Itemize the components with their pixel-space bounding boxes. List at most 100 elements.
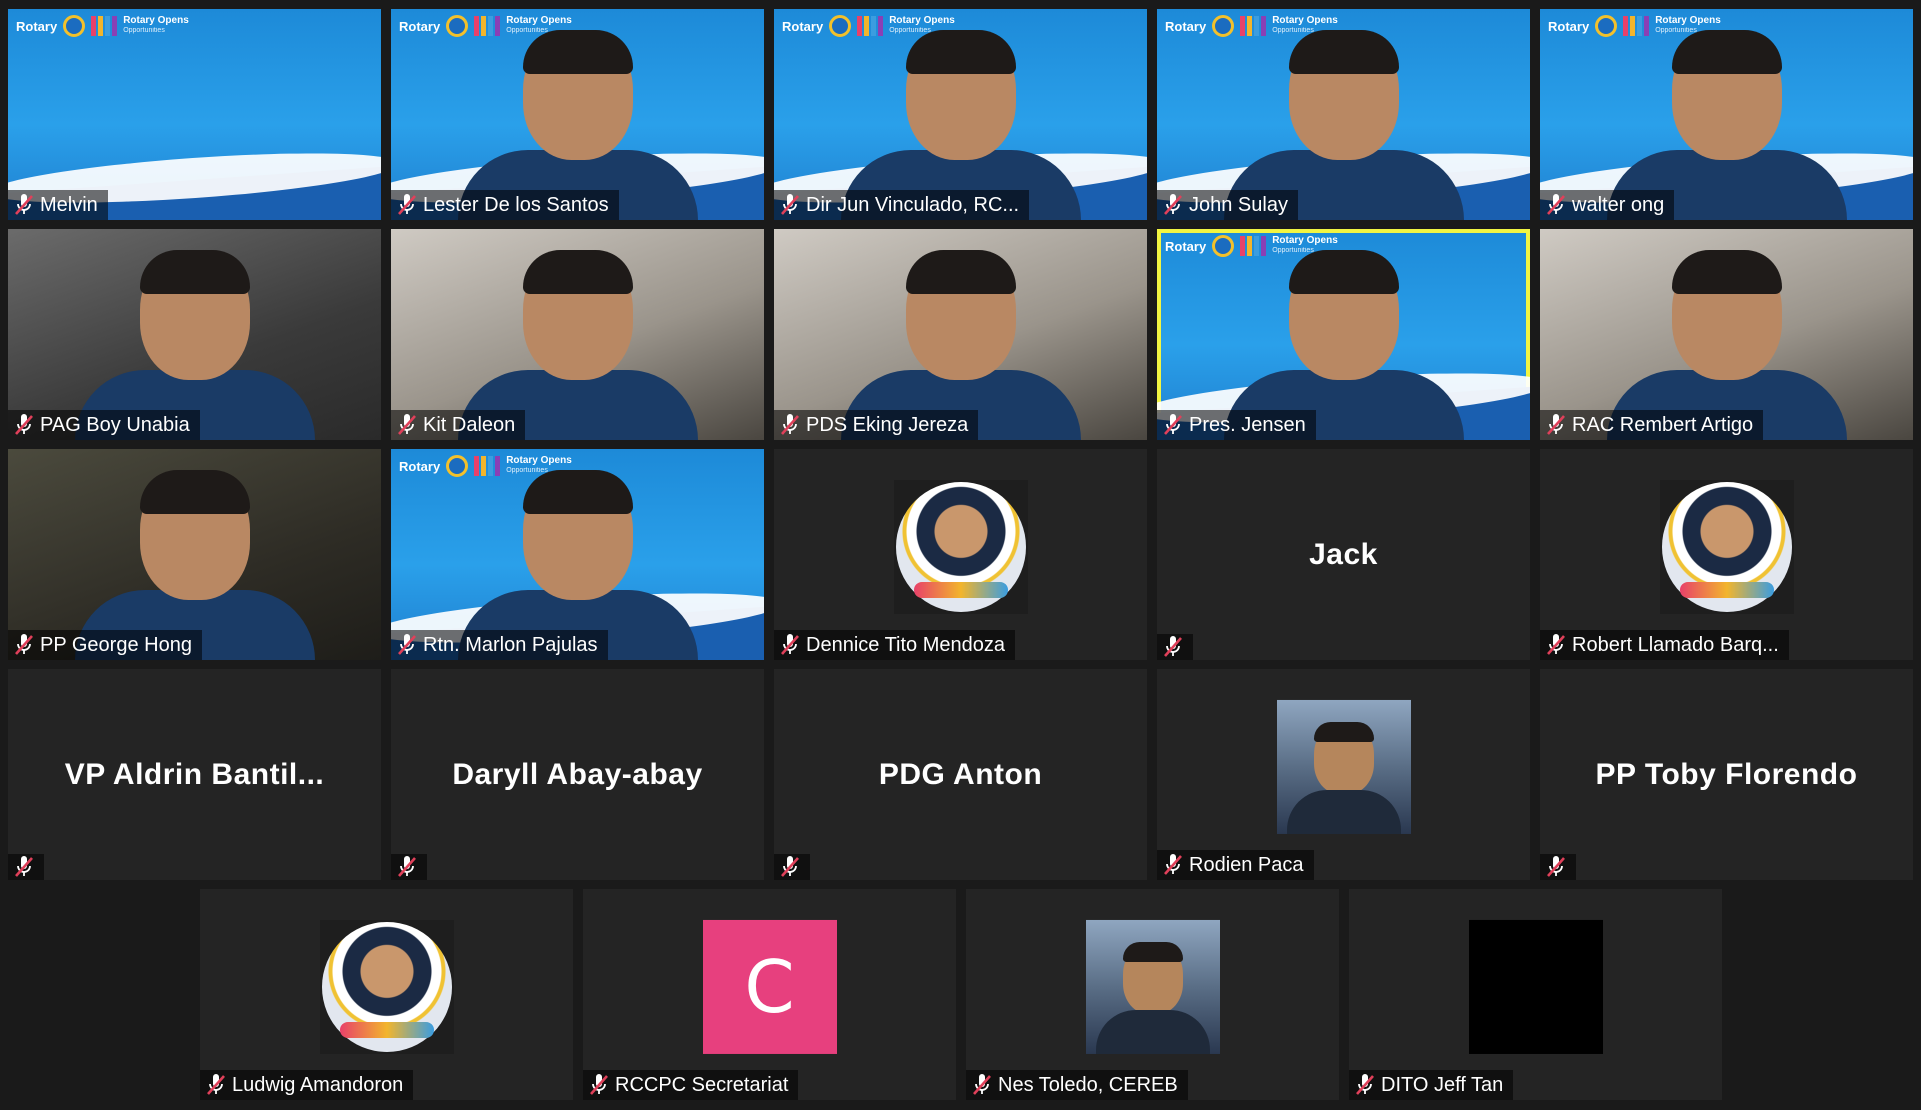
participant-name: John Sulay (1189, 194, 1288, 216)
microphone-muted-icon (780, 414, 800, 436)
participant-tile[interactable]: Rotary Rotary Opens Opportunities Melvin (8, 9, 381, 220)
participant-name: Pres. Jensen (1189, 414, 1306, 436)
participant-tile[interactable]: Rotary Rotary Opens Opportunities John Sula… (1157, 9, 1530, 220)
participant-nameplate (1540, 854, 1576, 880)
participant-tile[interactable]: Nes Toledo, CEREB (966, 889, 1339, 1100)
participant-tile[interactable]: Rotary Rotary Opens Opportunities Dir Jun V… (774, 9, 1147, 220)
participant-nameplate: Nes Toledo, CEREB (966, 1070, 1188, 1100)
participant-name: PP George Hong (40, 634, 192, 656)
participant-display-name: Daryll Abay-abay (452, 757, 703, 791)
participant-tile[interactable]: PDG Anton (774, 669, 1147, 880)
participant-tile[interactable]: Rotary Rotary Opens Opportunities Rtn. Marl… (391, 449, 764, 660)
participant-nameplate: John Sulay (1157, 190, 1298, 220)
microphone-muted-icon (397, 194, 417, 216)
participant-tile[interactable]: PP Toby Florendo (1540, 669, 1913, 880)
microphone-muted-icon (14, 414, 34, 436)
participant-name: Nes Toledo, CEREB (998, 1074, 1178, 1096)
participant-nameplate (8, 854, 44, 880)
microphone-muted-icon (14, 856, 34, 878)
participant-name: Rodien Paca (1189, 854, 1304, 876)
participant-nameplate: Melvin (8, 190, 108, 220)
participant-nameplate: Lester De los Santos (391, 190, 619, 220)
participant-name: Ludwig Amandoron (232, 1074, 404, 1096)
microphone-muted-icon (397, 634, 417, 656)
participant-nameplate (1157, 634, 1193, 660)
participant-nameplate: PAG Boy Unabia (8, 410, 200, 440)
profile-avatar (319, 919, 454, 1054)
participant-tile[interactable]: PAG Boy Unabia (8, 229, 381, 440)
participant-tile[interactable]: Daryll Abay-abay (391, 669, 764, 880)
profile-avatar (1468, 919, 1603, 1054)
participant-name: DITO Jeff Tan (1381, 1074, 1504, 1096)
participant-name: Kit Daleon (423, 414, 516, 436)
participant-nameplate: PP George Hong (8, 630, 202, 660)
rotary-logo: Rotary Rotary Opens Opportunities (16, 15, 189, 37)
participant-nameplate: DITO Jeff Tan (1349, 1070, 1514, 1100)
microphone-muted-icon (1163, 414, 1183, 436)
rotary-color-bars (91, 16, 118, 36)
participant-nameplate: Dennice Tito Mendoza (774, 630, 1016, 660)
microphone-muted-icon (1163, 194, 1183, 216)
participant-name: Melvin (40, 194, 98, 216)
microphone-muted-icon (1546, 414, 1566, 436)
participant-name: Dennice Tito Mendoza (806, 634, 1006, 656)
microphone-muted-icon (972, 1074, 992, 1096)
participant-name: Dir Jun Vinculado, RC... (806, 194, 1020, 216)
microphone-muted-icon (14, 194, 34, 216)
microphone-muted-icon (397, 856, 417, 878)
profile-avatar (893, 479, 1028, 614)
participant-tile[interactable]: Rodien Paca (1157, 669, 1530, 880)
participant-tile[interactable]: Jack (1157, 449, 1530, 660)
participant-nameplate (774, 854, 810, 880)
participant-tile[interactable]: RAC Rembert Artigo (1540, 229, 1913, 440)
microphone-muted-icon (397, 414, 417, 436)
participant-name: walter ong (1572, 194, 1665, 216)
participant-tile[interactable]: Robert Llamado Barq... (1540, 449, 1913, 660)
participant-grid: Rotary Rotary Opens Opportunities Melvin Rot… (0, 0, 1921, 1110)
participant-tile[interactable]: PDS Eking Jereza (774, 229, 1147, 440)
participant-tile[interactable]: Dennice Tito Mendoza (774, 449, 1147, 660)
microphone-muted-icon (206, 1074, 226, 1096)
microphone-muted-icon (589, 1074, 609, 1096)
microphone-muted-icon (1355, 1074, 1375, 1096)
participant-nameplate: Rodien Paca (1157, 850, 1314, 880)
participant-tile[interactable]: PP George Hong (8, 449, 381, 660)
microphone-muted-icon (1546, 194, 1566, 216)
rotary-wheel-icon (63, 15, 86, 37)
participant-tile[interactable]: Rotary Rotary Opens Opportunities walter on… (1540, 9, 1913, 220)
participant-nameplate: Ludwig Amandoron (200, 1070, 414, 1100)
participant-name: PDS Eking Jereza (806, 414, 969, 436)
participant-name: RCCPC Secretariat (615, 1074, 789, 1096)
participant-display-name: PP Toby Florendo (1595, 757, 1858, 791)
participant-tile[interactable]: Rotary Rotary Opens Opportunities Lester De… (391, 9, 764, 220)
participant-nameplate: RAC Rembert Artigo (1540, 410, 1764, 440)
participant-nameplate: RCCPC Secretariat (583, 1070, 799, 1100)
participant-display-name: Jack (1309, 537, 1378, 571)
microphone-muted-icon (1546, 856, 1566, 878)
participant-nameplate: walter ong (1540, 190, 1675, 220)
profile-avatar (1659, 479, 1794, 614)
participant-tile[interactable]: VP Aldrin Bantil... (8, 669, 381, 880)
participant-tile[interactable]: Rotary Rotary Opens Opportunities Pres. Jen… (1157, 229, 1530, 440)
participant-name: Lester De los Santos (423, 194, 609, 216)
microphone-muted-icon (780, 634, 800, 656)
participant-tile[interactable]: DITO Jeff Tan (1349, 889, 1722, 1100)
participant-tile[interactable]: Ludwig Amandoron (200, 889, 573, 1100)
participant-tile[interactable]: C RCCPC Secretariat (583, 889, 956, 1100)
participant-name: Robert Llamado Barq... (1572, 634, 1779, 656)
participant-nameplate: Robert Llamado Barq... (1540, 630, 1789, 660)
profile-photo (1085, 919, 1220, 1054)
participant-nameplate: Dir Jun Vinculado, RC... (774, 190, 1030, 220)
participant-display-name: PDG Anton (878, 757, 1043, 791)
microphone-muted-icon (14, 634, 34, 656)
participant-nameplate: Pres. Jensen (1157, 410, 1316, 440)
participant-name: Rtn. Marlon Pajulas (423, 634, 598, 656)
initial-avatar: C (702, 919, 837, 1054)
participant-tile[interactable]: Kit Daleon (391, 229, 764, 440)
microphone-muted-icon (1546, 634, 1566, 656)
participant-name: PAG Boy Unabia (40, 414, 190, 436)
participant-nameplate (391, 854, 427, 880)
microphone-muted-icon (1163, 636, 1183, 658)
participant-nameplate: Rtn. Marlon Pajulas (391, 630, 608, 660)
microphone-muted-icon (780, 194, 800, 216)
